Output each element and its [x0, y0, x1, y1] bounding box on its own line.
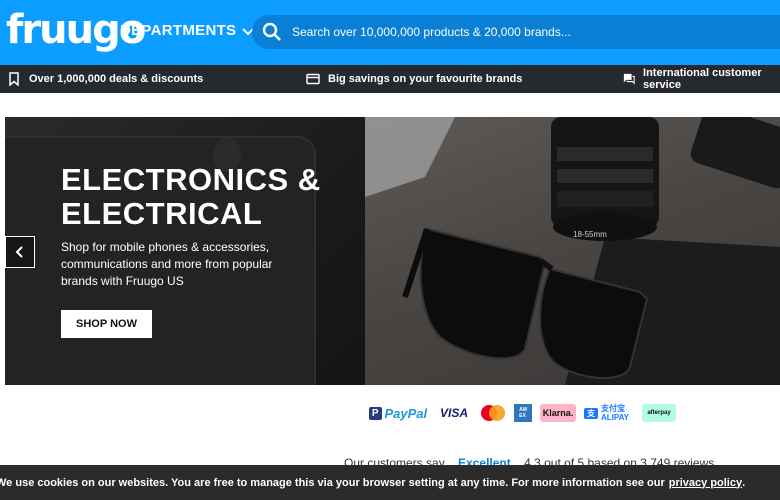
hero-product-image: 18-55mm: [365, 117, 780, 385]
info-bar: Over 1,000,000 deals & discounts Big sav…: [0, 65, 780, 93]
klarna-label: Klarna.: [542, 408, 574, 418]
cookie-text: We use cookies on our websites. You are …: [0, 476, 665, 489]
info-customer-service-label: International customer service: [643, 67, 762, 91]
hero-title-line2: ELECTRICAL: [61, 196, 263, 231]
hero-description: Shop for mobile phones & accessories, co…: [61, 240, 273, 288]
info-deals: Over 1,000,000 deals & discounts: [7, 65, 203, 93]
info-savings: Big savings on your favourite brands: [306, 65, 522, 93]
card-icon: [306, 73, 320, 85]
privacy-policy-link[interactable]: privacy policy: [669, 477, 742, 489]
klarna-logo: Klarna.: [540, 404, 576, 422]
hero-banner[interactable]: 18-55mm ELECTRONICS & ELECTRICAL Shop for…: [5, 117, 780, 385]
visa-label: VISA: [439, 406, 468, 420]
hero-title: ELECTRONICS & ELECTRICAL: [61, 163, 321, 231]
top-header: fruugo DEPARTMENTS: [0, 0, 780, 65]
bookmark-icon: [9, 72, 19, 86]
chevron-left-icon: [15, 246, 23, 258]
amex-logo: AM EX: [514, 404, 532, 422]
payment-methods: P PayPal VISA AM EX Klarna. 支支付宝 ALIPAY af…: [368, 404, 676, 422]
hero-title-line1: ELECTRONICS &: [61, 162, 321, 197]
afterpay-logo: afterpay: [642, 404, 676, 422]
chat-icon: [623, 73, 635, 85]
cookie-banner: We use cookies on our websites. You are …: [0, 465, 780, 500]
search-icon[interactable]: [262, 22, 282, 42]
departments-menu-button[interactable]: DEPARTMENTS: [120, 22, 255, 39]
search-bar: [252, 15, 780, 49]
carousel-prev-button[interactable]: [5, 236, 35, 268]
cookie-end: .: [742, 476, 746, 489]
shop-now-button[interactable]: SHOP NOW: [61, 310, 152, 338]
departments-label: DEPARTMENTS: [120, 22, 237, 39]
paypal-logo: P PayPal: [368, 404, 428, 422]
alipay-label: 支付宝 ALIPAY: [601, 404, 630, 422]
afterpay-label: afterpay: [647, 410, 671, 416]
paypal-label: PayPal: [384, 405, 428, 421]
mastercard-icon: [481, 405, 505, 421]
visa-logo: VISA: [436, 404, 472, 422]
info-customer-service: International customer service: [623, 65, 780, 93]
alipay-logo: 支支付宝 ALIPAY: [584, 404, 634, 422]
search-input[interactable]: [290, 24, 754, 40]
lens-marking: 18-55mm: [573, 230, 607, 239]
mastercard-logo: [480, 404, 506, 422]
info-savings-label: Big savings on your favourite brands: [328, 73, 523, 85]
info-deals-label: Over 1,000,000 deals & discounts: [29, 73, 204, 85]
camera-sunglasses-image: 18-55mm: [365, 117, 780, 385]
